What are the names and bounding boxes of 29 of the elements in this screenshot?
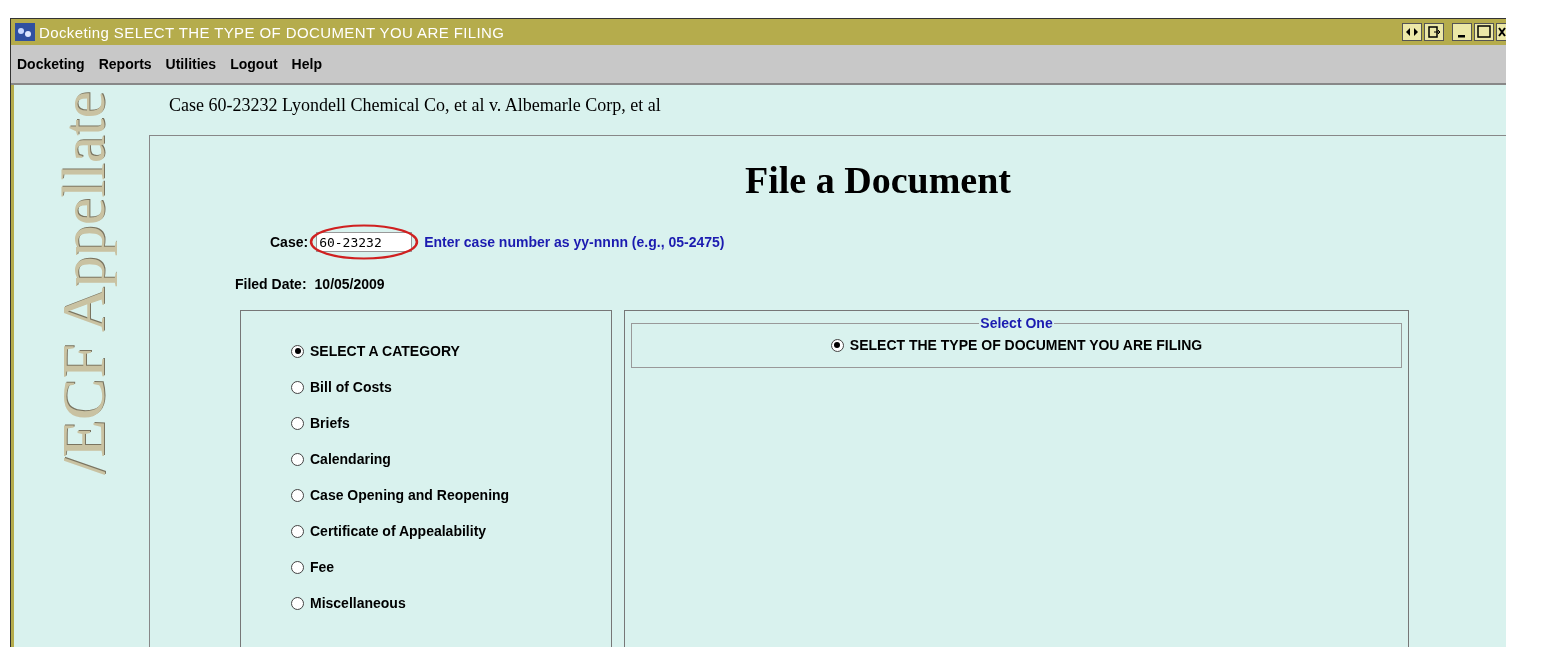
detach-window-icon[interactable] [1424,23,1444,41]
filed-date-label: Filed Date: [235,276,307,292]
case-heading: Case 60-23232 Lyondell Chemical Co, et al v. Albemarle Corp, et al [168,95,662,117]
menu-item[interactable]: Help [291,56,322,72]
app-icon [15,23,35,41]
resize-arrows-icon[interactable] [1402,23,1422,41]
filed-date-value: 10/05/2009 [314,276,385,292]
case-hint: Enter case number as yy-nnnn (e.g., 05-2475) [424,234,725,250]
category-radio[interactable]: Miscellaneous [291,595,611,611]
menu-item[interactable]: Docketing [17,56,85,72]
category-radio[interactable]: Case Opening and Reopening [291,487,611,503]
category-radio[interactable]: SELECT A CATEGORY [291,343,611,359]
close-icon[interactable] [1496,23,1506,41]
document-type-radio[interactable]: SELECT THE TYPE OF DOCUMENT YOU ARE FILING [632,337,1401,353]
minimize-icon[interactable] [1452,23,1472,41]
case-input-field[interactable]: 60-23232 [316,232,413,252]
form-title: File a Document [744,158,1012,202]
category-radio[interactable]: Fee [291,559,611,575]
group-legend: Select One [979,315,1054,331]
menu-item[interactable]: Logout [230,56,278,72]
window-title: Docketing SELECT THE TYPE OF DOCUMENT YOU ARE FILING [39,23,505,41]
category-radio[interactable]: Certificate of Appealability [291,523,611,539]
case-label: Case: [270,234,309,250]
category-radio[interactable]: Briefs [291,415,611,431]
menu-item[interactable]: Reports [98,56,152,72]
menu-item[interactable]: Utilities [165,56,217,72]
category-radio[interactable]: Calendaring [291,451,611,467]
maximize-icon[interactable] [1474,23,1494,41]
category-radio[interactable]: Bill of Costs [291,379,611,395]
